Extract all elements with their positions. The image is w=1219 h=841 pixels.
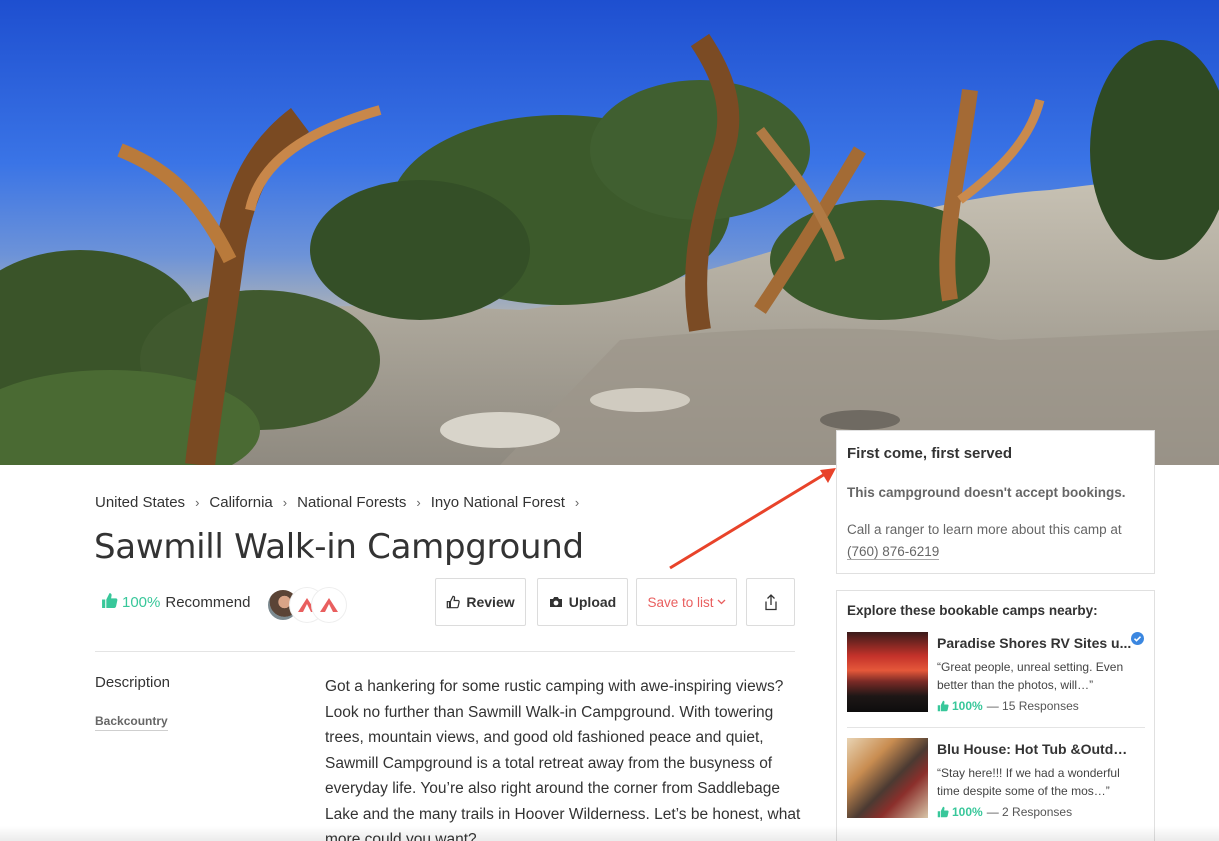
camp-stats: 100% — 2 Responses xyxy=(937,805,1072,819)
chevron-right-icon: › xyxy=(416,495,421,510)
booking-body-text: Call a ranger to learn more about this c… xyxy=(847,522,1122,537)
breadcrumb: United States › California › National Fo… xyxy=(95,494,589,511)
booking-body: Call a ranger to learn more about this c… xyxy=(847,519,1147,563)
divider xyxy=(95,651,795,652)
save-to-list-dropdown[interactable]: Save to list xyxy=(636,578,737,626)
camp-thumbnail xyxy=(847,738,928,818)
bottom-bar-shadow xyxy=(0,826,1219,841)
recommend-summary: 100% Recommend xyxy=(101,592,250,613)
divider xyxy=(847,727,1145,728)
hero-scene xyxy=(0,33,1219,465)
booking-subheading: This campground doesn't accept bookings. xyxy=(847,485,1126,500)
breadcrumb-national-forests[interactable]: National Forests xyxy=(297,494,406,511)
hero-photo[interactable] xyxy=(0,0,1219,465)
share-button[interactable] xyxy=(746,578,795,626)
camera-icon xyxy=(549,596,563,608)
thumbs-up-icon xyxy=(937,700,949,712)
upload-button-label: Upload xyxy=(568,594,617,610)
review-button-label: Review xyxy=(466,594,515,610)
breadcrumb-inyo-national-forest[interactable]: Inyo National Forest xyxy=(431,494,565,511)
camp-recommend-percent: 100% xyxy=(952,805,983,819)
nearby-camp-card[interactable]: Blu House: Hot Tub &Outdo... “Stay here!… xyxy=(847,738,1145,820)
camp-recommend-percent: 100% xyxy=(952,699,983,713)
camp-name: Paradise Shores RV Sites u... xyxy=(937,635,1132,651)
description-label: Description xyxy=(95,674,171,691)
chevron-right-icon: › xyxy=(282,495,288,510)
camp-thumbnail xyxy=(847,632,928,712)
recommend-label: Recommend xyxy=(165,594,251,611)
backcountry-tag-link[interactable]: Backcountry xyxy=(95,714,168,731)
thumbs-up-icon xyxy=(446,595,461,609)
reviewer-avatars[interactable] xyxy=(266,588,348,622)
nearby-camps-panel: Explore these bookable camps nearby: Par… xyxy=(836,590,1155,841)
ranger-phone-link[interactable]: (760) 876-6219 xyxy=(847,544,940,560)
chevron-right-icon: › xyxy=(195,495,200,510)
upload-button[interactable]: Upload xyxy=(537,578,628,626)
thumbs-up-icon xyxy=(101,592,118,613)
review-button[interactable]: Review xyxy=(435,578,526,626)
chevron-down-icon xyxy=(717,599,726,605)
breadcrumb-california[interactable]: California xyxy=(209,494,272,511)
camp-quote: “Great people, unreal setting. Even bett… xyxy=(937,660,1124,692)
nearby-heading: Explore these bookable camps nearby: xyxy=(847,603,1098,618)
page-title: Sawmill Walk-in Campground xyxy=(94,527,584,567)
camp-responses: — 15 Responses xyxy=(986,699,1079,713)
booking-info-card: First come, first served This campground… xyxy=(836,430,1155,574)
share-icon xyxy=(764,593,778,611)
nearby-camp-card[interactable]: Paradise Shores RV Sites u... “Great peo… xyxy=(847,632,1145,714)
camp-stats: 100% — 15 Responses xyxy=(937,699,1079,713)
breadcrumb-united-states[interactable]: United States xyxy=(95,494,185,511)
camp-responses: — 2 Responses xyxy=(986,805,1073,819)
recommend-percent: 100% xyxy=(122,594,161,611)
hipcamp-logo-icon xyxy=(320,598,338,612)
annotation-arrow-icon xyxy=(669,468,836,570)
booking-heading: First come, first served xyxy=(847,445,1013,462)
save-to-list-label: Save to list xyxy=(647,594,714,610)
avatar xyxy=(312,588,346,622)
thumbs-up-icon xyxy=(937,806,949,818)
chevron-right-icon: › xyxy=(574,495,580,510)
camp-name: Blu House: Hot Tub &Outdo... xyxy=(937,741,1132,757)
verified-badge-icon xyxy=(1131,632,1144,645)
description-text: Got a hankering for some rustic camping … xyxy=(325,678,801,841)
camp-quote: “Stay here!!! If we had a wonderful time… xyxy=(937,766,1120,798)
